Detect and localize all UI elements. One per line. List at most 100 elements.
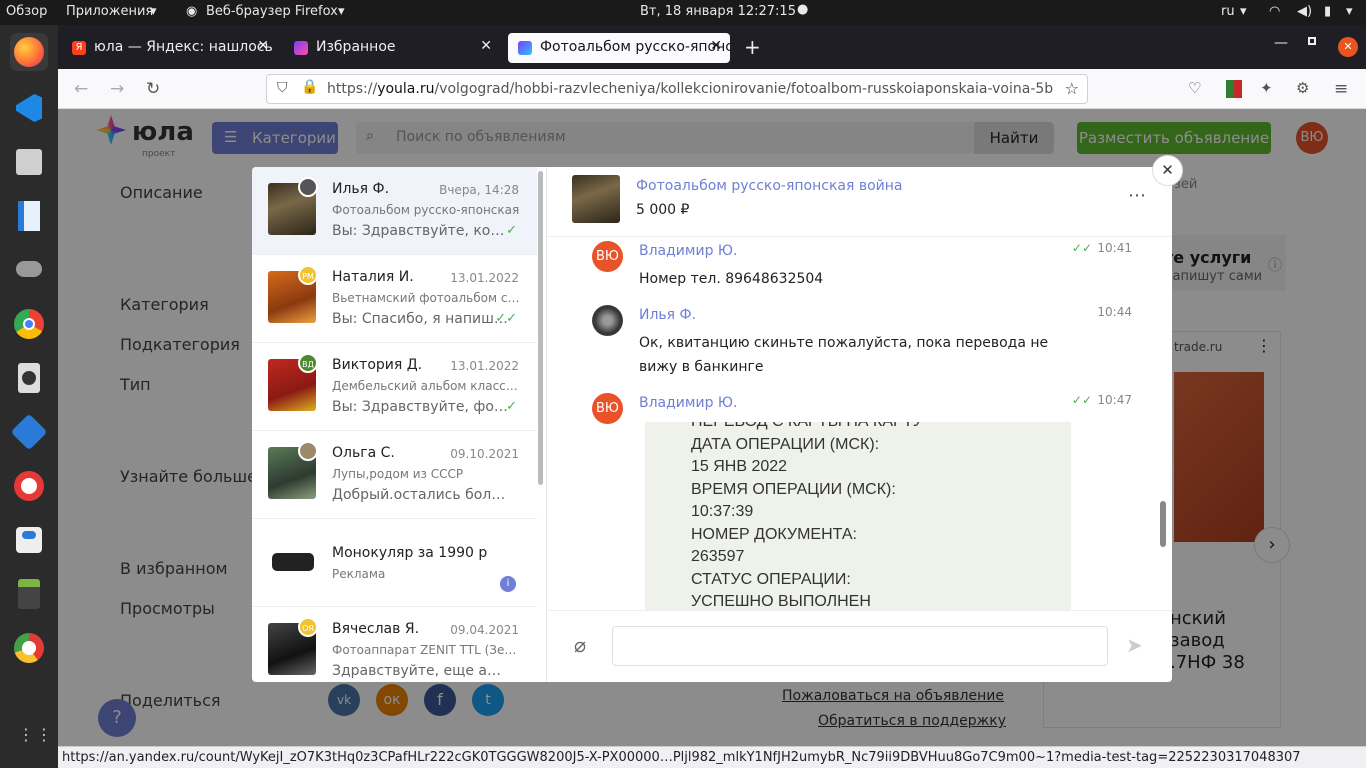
battery-icon[interactable]: ▮ [1324,4,1331,19]
conversation-item[interactable]: РМ Наталия И. 13.01.2022 Вьетнамский фот… [252,255,537,343]
bookmark-star-icon[interactable]: ☆ [1064,79,1079,98]
user-avatar: ОЯ [298,617,318,637]
firefox-icon: ◉ [186,4,198,19]
tab-label: Избранное [316,39,396,55]
receipt-image[interactable]: ПЕРЕВОД С КАРТЫ НА КАРТУ ДАТА ОПЕРАЦИИ (… [645,422,1071,612]
user-avatar: РМ [298,265,318,285]
writer-icon[interactable] [10,197,48,235]
pocket-icon[interactable]: ♡ [1188,79,1201,97]
minimize-icon[interactable]: — [1274,35,1288,51]
close-icon[interactable]: ✕ [257,38,269,54]
conversation-date: 13.01.2022 [450,271,519,285]
conversation-date: 09.10.2021 [450,447,519,461]
info-icon[interactable]: i [500,576,516,592]
shield-icon[interactable]: ⛉ [277,80,288,96]
message-author[interactable]: Владимир Ю. [639,395,737,411]
forward-icon[interactable]: → [110,79,124,99]
user-avatar [298,441,318,461]
receipt-line: ВРЕМЯ ОПЕРАЦИИ (МСК): [691,480,896,498]
conversation-date: 09.04.2021 [450,623,519,637]
settings-icon[interactable] [10,521,48,559]
url-bar[interactable]: ⛉ 🔒 https://youla.ru/volgograd/hobbi-raz… [266,74,1088,104]
chevron-down-icon[interactable]: ▾ [1346,4,1353,19]
avatar [592,305,623,336]
maximize-icon[interactable] [1308,37,1316,45]
rhythmbox-icon[interactable] [10,359,48,397]
conversation-last-message: Вы: Здравствуйте, фото пришлите [332,399,508,415]
double-check-icon: ✓✓ [1071,241,1092,255]
conversation-list: Илья Ф. Вчера, 14:28 Фотоальбом русско-я… [252,167,547,682]
extension-gear-icon[interactable]: ⚙ [1296,79,1309,97]
calculator-icon[interactable] [10,575,48,613]
extension-paw-icon[interactable]: ✦ [1260,79,1273,97]
receipt-line: 15 ЯНВ 2022 [691,458,788,475]
tab-favorites[interactable]: Избранное ✕ [284,33,500,63]
reload-icon[interactable]: ↻ [146,79,160,99]
avatar: ВЮ [592,393,623,424]
conversation-last-message: Здравствуйте, еще актуально? [332,663,508,679]
send-icon[interactable]: ➤ [1126,633,1143,657]
conversation-name: Виктория Д. [332,357,423,373]
message-author[interactable]: Владимир Ю. [639,243,737,259]
read-check-icon: ✓✓ [495,311,517,326]
ad-conversation-item[interactable]: Монокуляр за 1990 р Реклама i [252,519,537,607]
conversation-item[interactable]: ВД Виктория Д. 13.01.2022 Дембельский ал… [252,343,537,431]
tab-label: юла — Яндекс: нашлось [94,39,273,55]
close-modal-button[interactable]: ✕ [1152,155,1183,186]
url-domain: youla.ru [377,81,435,97]
monocular-thumbnail [268,535,316,587]
url-prefix: https:// [327,81,378,97]
message-author[interactable]: Илья Ф. [639,307,696,323]
chevron-down-icon: ▾ [150,4,157,19]
more-options-icon[interactable]: ⋯ [1128,185,1146,206]
wifi-icon[interactable]: ◠ [1269,4,1280,19]
help-icon[interactable] [10,467,48,505]
notification-dot-icon: ● [797,2,809,17]
clock[interactable]: Вт, 18 января 12:27:15 [640,4,796,19]
conversation-item[interactable]: Ольга С. 09.10.2021 Лупы,родом из СССР Д… [252,431,537,519]
close-icon[interactable]: ✕ [710,38,722,54]
new-tab-icon[interactable]: + [744,35,761,59]
receipt-line: ДАТА ОПЕРАЦИИ (МСК): [691,435,880,453]
receipt-line: 263597 [691,548,745,565]
back-icon[interactable]: ← [74,79,88,99]
vscode-icon[interactable] [10,89,48,127]
active-app-menu[interactable]: Веб-браузер Firefox [206,4,338,19]
gnome-tweaks-icon[interactable] [10,251,48,289]
disk-usage-icon[interactable] [10,629,48,667]
tab-yandex[interactable]: Я юла — Яндекс: нашлось ✕ [62,33,277,63]
close-icon[interactable]: ✕ [480,38,492,54]
listing-thumbnail[interactable] [572,175,620,223]
window-close-icon[interactable]: ✕ [1338,37,1358,57]
lock-icon[interactable]: 🔒 [301,79,318,95]
listing-title-link[interactable]: Фотоальбом русско-японская война [636,178,903,194]
chat-scrollbar[interactable] [1160,501,1166,547]
conversation-name: Наталия И. [332,269,414,285]
conversation-name: Вячеслав Я. [332,621,420,637]
applications-menu[interactable]: Приложения [66,4,153,19]
overview-button[interactable]: Обзор [6,4,47,19]
message-time: 10:47 [1097,393,1132,407]
firefox-icon[interactable] [10,33,48,71]
paperclip-icon[interactable]: ⌀ [574,633,586,657]
conversation-item[interactable]: Илья Ф. Вчера, 14:28 Фотоальбом русско-я… [252,167,537,255]
chrome-icon[interactable] [10,305,48,343]
dock: ⋮⋮ [0,25,58,768]
message-input[interactable] [612,626,1108,666]
app-store-icon[interactable] [10,413,48,451]
conversation-date: Вчера, 14:28 [439,183,519,197]
conversation-scrollbar[interactable] [538,171,543,485]
user-avatar: ВД [298,353,318,373]
conversation-item[interactable]: ОЯ Вячеслав Я. 09.04.2021 Фотоаппарат ZE… [252,607,537,682]
extension-icon[interactable] [1226,80,1242,98]
receipt-line: ПЕРЕВОД С КАРТЫ НА КАРТУ [691,422,1071,434]
conversation-last-message: Вы: Здравствуйте, когда [332,223,508,239]
language-indicator[interactable]: ru [1221,4,1235,19]
youla-icon [518,41,532,55]
menu-icon[interactable]: ≡ [1334,79,1348,99]
show-apps-icon[interactable]: ⋮⋮ [18,725,54,744]
conversation-subject: Дембельский альбом классический [332,379,520,393]
file-manager-icon[interactable] [10,143,48,181]
volume-icon[interactable]: ◀) [1297,4,1312,19]
tab-photoalbum[interactable]: Фотоальбом русско-японская ✕ [508,33,730,63]
